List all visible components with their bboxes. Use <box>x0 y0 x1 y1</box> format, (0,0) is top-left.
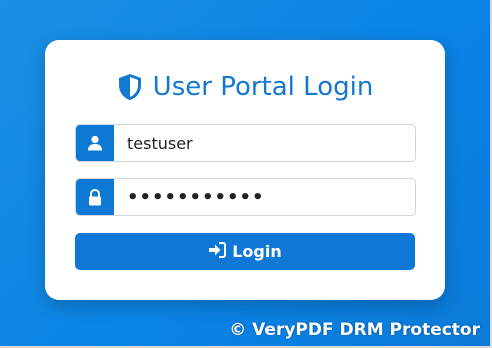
shield-icon <box>117 73 143 101</box>
username-field[interactable]: testuser <box>75 124 416 162</box>
page-title: User Portal Login <box>152 72 374 102</box>
user-icon <box>76 125 114 161</box>
password-field[interactable]: ••••••••••• <box>75 178 416 216</box>
login-header: User Portal Login <box>45 72 445 102</box>
password-input[interactable]: ••••••••••• <box>114 179 415 215</box>
login-card: User Portal Login testuser ••••••••••• L… <box>45 40 445 300</box>
watermark: © VeryPDF DRM Protector <box>229 320 480 340</box>
login-button[interactable]: Login <box>75 233 415 270</box>
login-button-label: Login <box>232 242 282 261</box>
username-input[interactable]: testuser <box>114 125 415 161</box>
sign-in-icon <box>208 241 227 262</box>
lock-icon <box>76 179 114 215</box>
